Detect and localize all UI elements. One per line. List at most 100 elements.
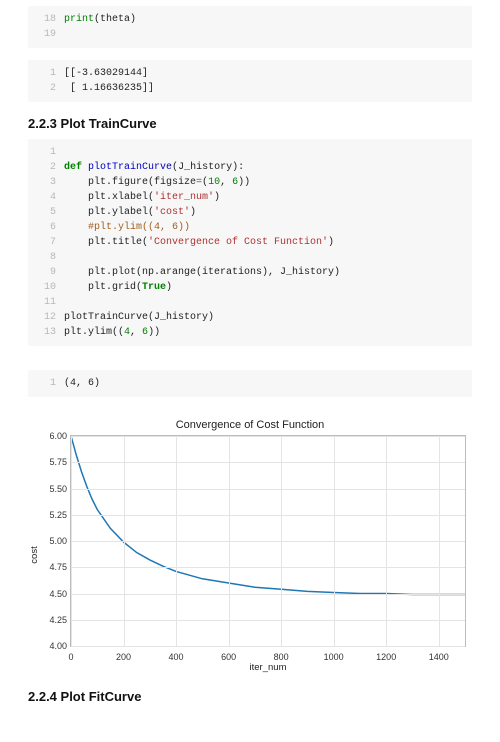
section-heading-2-2-3: 2.2.3 Plot TrainCurve bbox=[28, 116, 472, 131]
gridline-horizontal bbox=[71, 567, 465, 568]
gridline-horizontal bbox=[71, 594, 465, 595]
ytick-label: 5.25 bbox=[39, 510, 67, 520]
code-line: 10 plt.grid(True) bbox=[36, 280, 464, 295]
line-number: 12 bbox=[36, 310, 56, 325]
line-number: 8 bbox=[36, 250, 56, 265]
chart-xlabel: iter_num bbox=[70, 662, 466, 673]
xtick-label: 1400 bbox=[429, 652, 449, 662]
gridline-vertical bbox=[71, 436, 72, 646]
line-number: 1 bbox=[36, 66, 56, 81]
code-content bbox=[64, 295, 464, 310]
xtick-label: 600 bbox=[221, 652, 236, 662]
line-number: 10 bbox=[36, 280, 56, 295]
chart-title: Convergence of Cost Function bbox=[28, 419, 472, 431]
code-content bbox=[64, 250, 464, 265]
code-cell-print-theta: 18 print(theta) 19 bbox=[28, 6, 472, 48]
ytick-label: 5.75 bbox=[39, 457, 67, 467]
code-content: plt.xlabel('iter_num') bbox=[64, 190, 464, 205]
line-number: 11 bbox=[36, 295, 56, 310]
code-content bbox=[64, 145, 464, 160]
code-content: print(theta) bbox=[64, 12, 464, 27]
gridline-horizontal bbox=[71, 515, 465, 516]
section-heading-2-2-4: 2.2.4 Plot FitCurve bbox=[28, 689, 472, 704]
gridline-vertical bbox=[176, 436, 177, 646]
line-number: 7 bbox=[36, 235, 56, 250]
code-line: 1 bbox=[36, 145, 464, 160]
code-content: [ 1.16636235]] bbox=[64, 81, 464, 96]
chart-plotarea: 4.004.254.504.755.005.255.505.756.000200… bbox=[70, 435, 466, 647]
gridline-vertical bbox=[229, 436, 230, 646]
chart-convergence: Convergence of Cost Function 4.004.254.5… bbox=[28, 419, 472, 675]
line-number: 4 bbox=[36, 190, 56, 205]
line-number: 6 bbox=[36, 220, 56, 235]
code-line: 1 [[-3.63029144] bbox=[36, 66, 464, 81]
line-number: 1 bbox=[36, 145, 56, 160]
ytick-label: 4.75 bbox=[39, 562, 67, 572]
ytick-label: 6.00 bbox=[39, 431, 67, 441]
code-cell-plot-traincurve: 1 2def plotTrainCurve(J_history):3 plt.f… bbox=[28, 139, 472, 346]
code-line: 5 plt.ylabel('cost') bbox=[36, 205, 464, 220]
xtick-label: 1200 bbox=[376, 652, 396, 662]
gridline-horizontal bbox=[71, 436, 465, 437]
code-content: plt.ylabel('cost') bbox=[64, 205, 464, 220]
line-number: 13 bbox=[36, 325, 56, 340]
page: 18print(theta)19 1[[-3.63029144]2 [ 1.16… bbox=[0, 6, 500, 742]
xtick-label: 400 bbox=[169, 652, 184, 662]
code-line: 8 bbox=[36, 250, 464, 265]
ytick-label: 5.50 bbox=[39, 484, 67, 494]
ytick-label: 4.00 bbox=[39, 641, 67, 651]
code-line: 11 bbox=[36, 295, 464, 310]
code-line: 6 #plt.ylim((4, 6)) bbox=[36, 220, 464, 235]
code-content: plotTrainCurve(J_history) bbox=[64, 310, 464, 325]
gridline-vertical bbox=[334, 436, 335, 646]
code-line: 3 plt.figure(figsize=(10, 6)) bbox=[36, 175, 464, 190]
line-number: 18 bbox=[36, 12, 56, 27]
code-content: plt.title('Convergence of Cost Function'… bbox=[64, 235, 464, 250]
code-line: 19 bbox=[36, 27, 464, 42]
line-number: 2 bbox=[36, 160, 56, 175]
xtick-label: 200 bbox=[116, 652, 131, 662]
chart-ylabel: cost bbox=[29, 546, 40, 563]
gridline-vertical bbox=[124, 436, 125, 646]
code-content: plt.plot(np.arange(iterations), J_histor… bbox=[64, 265, 464, 280]
gridline-horizontal bbox=[71, 489, 465, 490]
gridline-vertical bbox=[386, 436, 387, 646]
code-content: (4, 6) bbox=[64, 376, 464, 391]
chart-frame: 4.004.254.504.755.005.255.505.756.000200… bbox=[70, 435, 466, 675]
code-line: 12 plotTrainCurve(J_history) bbox=[36, 310, 464, 325]
code-line: 2 def plotTrainCurve(J_history): bbox=[36, 160, 464, 175]
gridline-horizontal bbox=[71, 620, 465, 621]
code-line: 7 plt.title('Convergence of Cost Functio… bbox=[36, 235, 464, 250]
line-number: 19 bbox=[36, 27, 56, 42]
code-line: 1(4, 6) bbox=[36, 376, 464, 391]
gridline-horizontal bbox=[71, 541, 465, 542]
output-cell-ylim: 1(4, 6) bbox=[28, 370, 472, 397]
gridline-vertical bbox=[439, 436, 440, 646]
output-cell-theta: 1[[-3.63029144]2 [ 1.16636235]] bbox=[28, 60, 472, 102]
gridline-horizontal bbox=[71, 646, 465, 647]
code-line: 4 plt.xlabel('iter_num') bbox=[36, 190, 464, 205]
ytick-label: 4.25 bbox=[39, 615, 67, 625]
line-number: 2 bbox=[36, 81, 56, 96]
xtick-label: 800 bbox=[274, 652, 289, 662]
line-number: 5 bbox=[36, 205, 56, 220]
code-content: [[-3.63029144] bbox=[64, 66, 464, 81]
line-number: 9 bbox=[36, 265, 56, 280]
xtick-label: 1000 bbox=[324, 652, 344, 662]
code-line: 18 print(theta) bbox=[36, 12, 464, 27]
xtick-label: 0 bbox=[68, 652, 73, 662]
gridline-horizontal bbox=[71, 462, 465, 463]
code-line: 2 [ 1.16636235]] bbox=[36, 81, 464, 96]
line-number: 3 bbox=[36, 175, 56, 190]
code-content: plt.ylim((4, 6)) bbox=[64, 325, 464, 340]
gridline-vertical bbox=[281, 436, 282, 646]
code-content bbox=[64, 27, 464, 42]
code-line: 9 plt.plot(np.arange(iterations), J_hist… bbox=[36, 265, 464, 280]
code-content: plt.grid(True) bbox=[64, 280, 464, 295]
code-content: plt.figure(figsize=(10, 6)) bbox=[64, 175, 464, 190]
code-line: 13 plt.ylim((4, 6)) bbox=[36, 325, 464, 340]
ytick-label: 4.50 bbox=[39, 589, 67, 599]
ytick-label: 5.00 bbox=[39, 536, 67, 546]
code-content: #plt.ylim((4, 6)) bbox=[64, 220, 464, 235]
code-content: def plotTrainCurve(J_history): bbox=[64, 160, 464, 175]
